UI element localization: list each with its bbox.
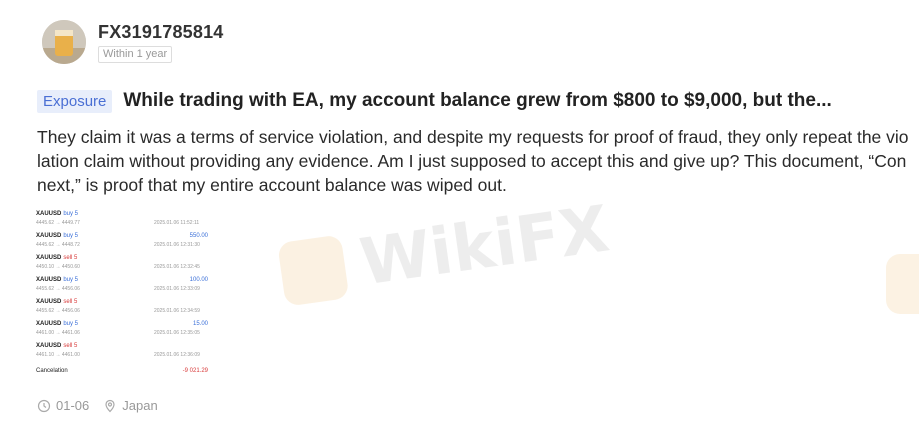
cancelation-amount: -9 021.29 xyxy=(182,368,208,374)
post-meta: 01-06 Japan xyxy=(37,398,172,413)
wikifx-watermark: WikiFX xyxy=(276,192,614,311)
wikifx-logo-icon xyxy=(886,254,919,314)
username[interactable]: FX3191785814 xyxy=(98,22,224,43)
trade-pair: XAUUSD buy 5 xyxy=(36,211,79,217)
exposure-tag: Exposure xyxy=(37,89,113,113)
trade-date: 2025.01.06 12:33:09 xyxy=(154,286,200,292)
trade-date: 2025.01.06 11:52:11 xyxy=(154,220,200,226)
wikifx-logo-icon xyxy=(277,234,350,307)
post-title[interactable]: While trading with EA, my account balanc… xyxy=(123,90,831,112)
clock-icon xyxy=(37,399,51,413)
user-avatar[interactable] xyxy=(42,20,86,64)
trade-prices: 4455.62 → 4456.06 xyxy=(36,308,80,314)
trade-direction: buy 5 xyxy=(63,233,79,239)
trade-pair: XAUUSD sell 5 xyxy=(36,299,78,305)
trade-profit: 15.00 xyxy=(192,321,208,327)
trade-row: XAUUSD sell 5 4450.10 → 4450.60 2025.01.06 … xyxy=(36,254,216,276)
trade-pair: XAUUSD buy 5 xyxy=(36,233,79,239)
trade-row: XAUUSD buy 5 4445.62 → 4449.77 2025.01.06 1… xyxy=(36,210,216,232)
time-badge: Within 1 year xyxy=(98,46,173,63)
trade-direction: sell 5 xyxy=(63,343,78,349)
post-location-text: Japan xyxy=(122,398,158,413)
post-body: They claim it was a terms of service vio… xyxy=(37,127,909,195)
trade-row: XAUUSD sell 5 4461.10 → 4461.00 2025.01.06 … xyxy=(36,342,216,364)
trade-prices: 4445.62 → 4448.72 xyxy=(36,242,80,248)
trade-row: XAUUSD buy 5 4461.00 → 4461.06 2025.01.06 1… xyxy=(36,320,216,342)
post-date: 01-06 xyxy=(37,398,89,413)
trade-profit: 100.00 xyxy=(189,277,208,283)
post-title-row[interactable]: Exposure While trading with EA, my accou… xyxy=(37,88,917,114)
location-pin-icon xyxy=(103,399,117,413)
trade-row: XAUUSD buy 5 4445.62 → 4448.72 2025.01.06 1… xyxy=(36,232,216,254)
trade-pair: XAUUSD buy 5 xyxy=(36,321,79,327)
trade-direction: sell 5 xyxy=(63,299,78,305)
trade-prices: 4461.10 → 4461.00 xyxy=(36,352,80,358)
trade-direction: buy 5 xyxy=(63,277,79,283)
trade-prices: 4455.62 → 4456.06 xyxy=(36,286,80,292)
trade-row: XAUUSD sell 5 4455.62 → 4456.06 2025.01.06 … xyxy=(36,298,216,320)
cancelation-row: Cancelation -9 021.29 xyxy=(36,366,216,380)
trade-pair: XAUUSD sell 5 xyxy=(36,255,78,261)
trade-date: 2025.01.06 12:31:30 xyxy=(154,242,200,248)
trade-pair: XAUUSD buy 5 xyxy=(36,277,79,283)
trade-row: XAUUSD buy 5 4455.62 → 4456.06 2025.01.06 1… xyxy=(36,276,216,298)
trade-direction: buy 5 xyxy=(63,321,79,327)
trade-direction: sell 5 xyxy=(63,255,78,261)
trade-date: 2025.01.06 12:34:59 xyxy=(154,308,200,314)
trade-pair: XAUUSD sell 5 xyxy=(36,343,78,349)
post-date-text: 01-06 xyxy=(56,398,90,413)
post-location: Japan xyxy=(103,398,158,413)
trade-prices: 4450.10 → 4450.60 xyxy=(36,264,80,270)
trade-list: XAUUSD buy 5 4445.62 → 4449.77 2025.01.06 1… xyxy=(36,210,216,364)
trade-profit: 550.00 xyxy=(189,233,208,239)
trade-prices: 4461.00 → 4461.06 xyxy=(36,330,80,336)
trade-direction: buy 5 xyxy=(63,211,79,217)
trade-prices: 4445.62 → 4449.77 xyxy=(36,220,80,226)
cancelation-label: Cancelation xyxy=(36,368,68,374)
trade-date: 2025.01.06 12:32:45 xyxy=(154,264,200,270)
trade-date: 2025.01.06 12:36:09 xyxy=(154,352,200,358)
watermark-text: WikiFX xyxy=(355,192,614,301)
evidence-image[interactable]: XAUUSD buy 5 4445.62 → 4449.77 2025.01.06 1… xyxy=(36,210,216,380)
trade-date: 2025.01.06 12:35:05 xyxy=(154,330,200,336)
